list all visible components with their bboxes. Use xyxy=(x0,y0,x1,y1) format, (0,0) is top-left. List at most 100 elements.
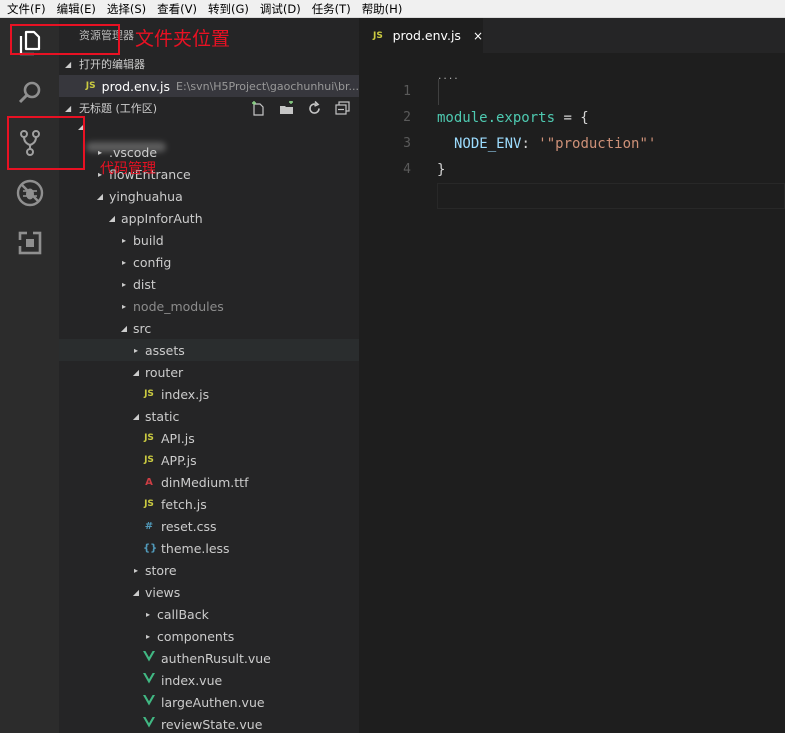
code-line: 1 module.exports = { xyxy=(359,53,785,126)
tree-item-label: largeAuthen.vue xyxy=(161,694,265,710)
menu-view[interactable]: 查看(V) xyxy=(157,0,197,18)
menu-goto[interactable]: 转到(G) xyxy=(208,0,249,18)
tree-item-label: router xyxy=(145,364,184,380)
menu-file[interactable]: 文件(F) xyxy=(7,0,46,18)
tree-folder[interactable]: ◢ src xyxy=(59,317,359,339)
menu-selection[interactable]: 选择(S) xyxy=(107,0,146,18)
tree-file[interactable]: authenRusult.vue xyxy=(59,647,359,669)
tree-folder[interactable]: ▸ node_modules xyxy=(59,295,359,317)
code-line: 3 } xyxy=(359,105,785,178)
tree-item-label: build xyxy=(133,232,164,248)
tree-folder[interactable]: ◢ views xyxy=(59,581,359,603)
tree-folder[interactable]: ▸ assets xyxy=(59,339,359,361)
tree-item-label: index.vue xyxy=(161,672,223,688)
tree-item-label: assets xyxy=(145,342,185,358)
tree-item-label: src xyxy=(133,320,152,336)
menu-edit[interactable]: 编辑(E) xyxy=(57,0,96,18)
collapse-all-icon[interactable] xyxy=(334,100,351,117)
editor-tabs: JS prod.env.js × xyxy=(359,18,785,53)
chevron-right-icon: ▸ xyxy=(121,301,126,311)
chevron-right-icon: ▸ xyxy=(133,565,138,575)
tree-item-label: static xyxy=(145,408,180,424)
tree-item-label: APP.js xyxy=(161,452,197,468)
tree-folder[interactable]: ▸ config xyxy=(59,251,359,273)
workspace-actions xyxy=(250,100,351,117)
tree-item-label: authenRusult.vue xyxy=(161,650,271,666)
tree-folder[interactable]: ◢ yinghuahua xyxy=(59,185,359,207)
open-editors-header[interactable]: ◢ 打开的编辑器 xyxy=(59,53,359,75)
current-line-highlight xyxy=(437,183,785,209)
js-file-icon: JS xyxy=(144,499,154,509)
css-file-icon: # xyxy=(144,520,154,532)
chevron-right-icon: ▸ xyxy=(133,345,138,355)
chevron-down-icon: ◢ xyxy=(96,191,104,201)
tree-file[interactable]: largeAuthen.vue xyxy=(59,691,359,713)
tree-folder[interactable]: ▸ callBack xyxy=(59,603,359,625)
indent-guide xyxy=(438,79,439,105)
chevron-right-icon: ▸ xyxy=(97,147,102,157)
menu-tasks[interactable]: 任务(T) xyxy=(312,0,351,18)
tree-folder[interactable]: ◢ appInforAuth xyxy=(59,207,359,229)
tree-file[interactable]: JS fetch.js xyxy=(59,493,359,515)
chevron-down-icon: ◢ xyxy=(65,103,72,113)
chevron-right-icon: ▸ xyxy=(121,279,126,289)
chevron-down-icon: ◢ xyxy=(132,587,140,597)
tree-file[interactable]: AdinMedium.ttf xyxy=(59,471,359,493)
tree-folder[interactable]: ▸ components xyxy=(59,625,359,647)
tree-folder[interactable]: ▸ build xyxy=(59,229,359,251)
tree-item-label: yinghuahua xyxy=(109,188,183,204)
tree-item-label: callBack xyxy=(157,606,209,622)
chevron-right-icon: ▸ xyxy=(145,609,150,619)
tree-item-label: config xyxy=(133,254,172,270)
tree-folder[interactable]: ▸ dist xyxy=(59,273,359,295)
menu-bar: 文件(F) 编辑(E) 选择(S) 查看(V) 转到(G) 调试(D) 任务(T… xyxy=(0,0,785,18)
new-folder-icon[interactable] xyxy=(278,100,295,117)
js-file-icon: JS xyxy=(144,455,154,465)
tree-file[interactable]: # reset.css xyxy=(59,515,359,537)
tree-file[interactable]: {} theme.less xyxy=(59,537,359,559)
chevron-down-icon: ◢ xyxy=(108,213,116,223)
tree-file[interactable]: index.vue xyxy=(59,669,359,691)
tree-folder[interactable]: ◢ static xyxy=(59,405,359,427)
js-file-icon: JS xyxy=(144,433,154,443)
tree-folder[interactable]: ◢ router xyxy=(59,361,359,383)
debug-icon[interactable] xyxy=(0,168,59,218)
tree-item-label: store xyxy=(145,562,177,578)
line-number: 4 xyxy=(403,162,411,177)
js-file-icon: JS xyxy=(144,389,154,399)
tree-item-label: fetch.js xyxy=(161,496,207,512)
tree-folder[interactable]: ▸ store xyxy=(59,559,359,581)
tree-item-label: theme.less xyxy=(161,540,230,556)
tree-item-label: views xyxy=(145,584,181,600)
chevron-down-icon: ◢ xyxy=(132,367,140,377)
tree-item-label: reset.css xyxy=(161,518,217,534)
menu-debug[interactable]: 调试(D) xyxy=(260,0,301,18)
tree-file[interactable]: JS APP.js xyxy=(59,449,359,471)
vue-file-icon xyxy=(143,695,155,709)
font-file-icon: A xyxy=(145,476,153,488)
tree-item-label: node_modules xyxy=(133,298,224,314)
tree-file[interactable]: JS index.js xyxy=(59,383,359,405)
tree-item-label: components xyxy=(157,628,235,644)
new-file-icon[interactable] xyxy=(250,100,267,117)
open-editor-item[interactable]: JS prod.env.js E:\svn\H5Project\gaochunh… xyxy=(59,75,359,97)
menu-help[interactable]: 帮助(H) xyxy=(362,0,403,18)
search-icon[interactable] xyxy=(0,68,59,118)
tree-file[interactable]: JS API.js xyxy=(59,427,359,449)
extensions-icon[interactable] xyxy=(0,218,59,268)
annotation-folder-location: 文件夹位置 xyxy=(135,28,231,50)
tree-item-label: dist xyxy=(133,276,156,292)
chevron-right-icon: ▸ xyxy=(145,631,150,641)
editor-area: JS prod.env.js × 1 module.exports = { 2 … xyxy=(359,18,785,733)
annotation-box-folder xyxy=(10,24,120,55)
chevron-down-icon: ◢ xyxy=(120,323,128,333)
tab-label: prod.env.js xyxy=(392,28,461,43)
open-editor-name: prod.env.js xyxy=(101,78,170,94)
tree-file[interactable]: reviewState.vue xyxy=(59,713,359,733)
code-token: } xyxy=(437,162,446,178)
close-icon[interactable]: × xyxy=(473,29,483,43)
explorer-sidebar: 资源管理器 ◢ 打开的编辑器 JS prod.env.js E:\svn\H5P… xyxy=(59,18,359,733)
tab-prod-env-js[interactable]: JS prod.env.js × xyxy=(359,18,483,53)
open-editors-label: 打开的编辑器 xyxy=(79,58,145,71)
refresh-icon[interactable] xyxy=(306,100,323,117)
